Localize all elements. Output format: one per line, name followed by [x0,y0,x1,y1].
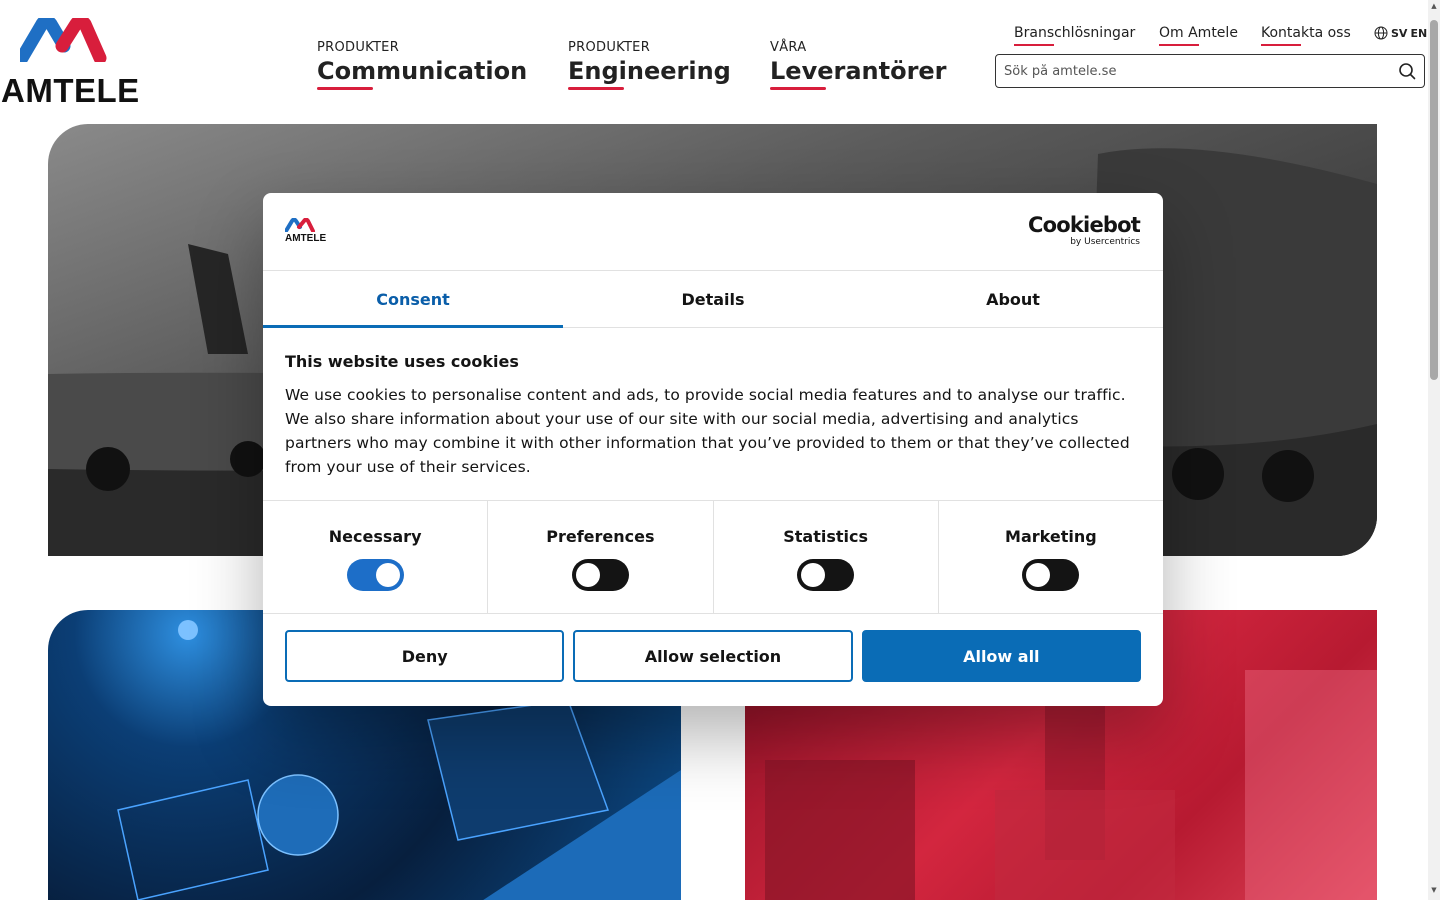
nav-label: Engineering [568,57,731,90]
toggle-group-preferences: Preferences [488,501,714,613]
amtele-logo[interactable]: AMTELE [0,18,139,107]
nav-leverantorer[interactable]: VÅRA Leverantörer [770,40,947,90]
toggle-group-necessary: Necessary [263,501,489,613]
toggle-knob [575,563,600,587]
cookie-category-toggles: Necessary Preferences Statistics Marketi… [263,501,1163,614]
nav-label: Communication [317,57,528,90]
necessary-toggle[interactable] [346,559,404,591]
site-header: AMTELE PRODUKTER Communication PRODUKTER… [0,0,1428,110]
globe-icon [1374,26,1388,40]
cookie-consent-dialog: AMTELE Cookiebot by Usercentrics Consent… [263,193,1163,706]
nav-engineering[interactable]: PRODUKTER Engineering [568,40,731,90]
scroll-down-icon[interactable]: ▼ [1430,886,1438,894]
search-input[interactable] [1004,63,1398,79]
marketing-toggle[interactable] [1022,559,1080,591]
lang-sv[interactable]: SV [1391,27,1407,40]
toggle-knob [801,563,826,587]
nav-kicker: PRODUKTER [317,40,400,55]
lang-en[interactable]: EN [1410,27,1427,40]
allow-selection-button[interactable]: Allow selection [573,630,853,682]
dialog-actions: Deny Allow selection Allow all [263,614,1163,698]
cookiebot-name: Cookiebot [1028,213,1141,237]
tab-details[interactable]: Details [563,271,863,327]
page-scrollbar[interactable]: ▲ ▼ [1428,0,1440,900]
nav-om-amtele[interactable]: Om Amtele [1159,25,1238,46]
dialog-header: AMTELE Cookiebot by Usercentrics [263,193,1163,271]
preferences-toggle[interactable] [571,559,629,591]
logo-text: AMTELE [1,72,140,109]
search-icon[interactable] [1398,62,1416,80]
nav-kicker: VÅRA [770,40,807,55]
toggle-label: Necessary [328,527,422,546]
scroll-up-icon[interactable]: ▲ [1430,2,1438,10]
tab-consent[interactable]: Consent [263,271,563,328]
scroll-thumb[interactable] [1430,20,1438,380]
deny-button[interactable]: Deny [285,630,565,682]
amtele-logo-mark-icon [20,18,107,62]
amtele-small-logo-icon [285,218,315,232]
language-switcher: SV EN [1374,26,1427,40]
cookie-description: This website uses cookies We use cookies… [263,328,1163,501]
search-box [995,54,1425,88]
toggle-label: Marketing [1005,527,1097,546]
toggle-group-marketing: Marketing [939,501,1163,613]
cookiebot-logo[interactable]: Cookiebot by Usercentrics [1028,213,1141,248]
toggle-knob [375,563,400,587]
nav-kontakta-oss[interactable]: Kontakta oss [1261,25,1351,46]
toggle-label: Preferences [546,527,655,546]
nav-label: Leverantörer [770,57,947,90]
cookie-heading: This website uses cookies [285,352,519,371]
dialog-amtele-logo: AMTELE [285,218,326,244]
nav-kicker: PRODUKTER [568,40,651,55]
nav-branschlosningar[interactable]: Branschlösningar [1014,25,1135,46]
dialog-logo-text: AMTELE [285,233,327,244]
nav-communication[interactable]: PRODUKTER Communication [317,40,528,90]
dialog-tabs: Consent Details About [263,271,1163,328]
statistics-toggle[interactable] [797,559,855,591]
toggle-knob [1026,563,1051,587]
toggle-group-statistics: Statistics [714,501,939,613]
allow-all-button[interactable]: Allow all [861,630,1141,682]
cookie-text: We use cookies to personalise content an… [285,386,1130,476]
cookiebot-sub: by Usercentrics [1070,237,1140,247]
tab-about[interactable]: About [863,271,1163,327]
toggle-label: Statistics [783,527,868,546]
